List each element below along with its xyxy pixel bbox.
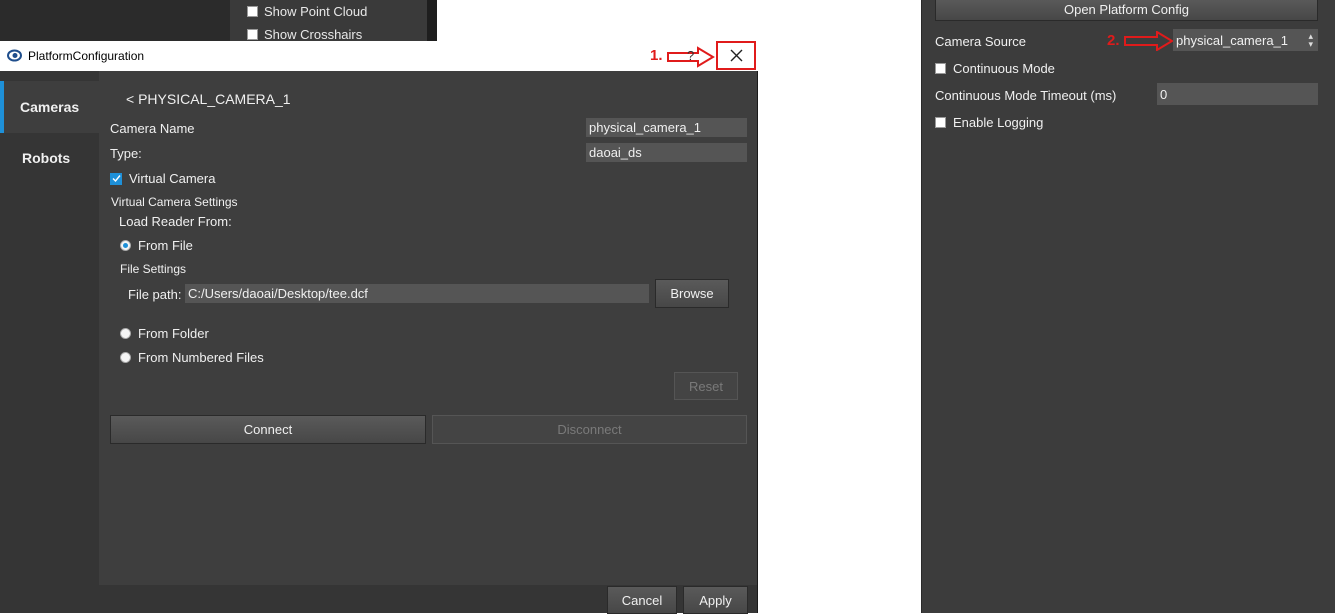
virtual-camera-checkbox[interactable] bbox=[110, 172, 122, 185]
from-numbered-files-radio[interactable] bbox=[120, 352, 131, 363]
continuous-mode-timeout-input[interactable]: 0 bbox=[1157, 83, 1318, 105]
from-folder-option[interactable]: From Folder bbox=[120, 326, 209, 341]
camera-source-value: physical_camera_1 bbox=[1176, 32, 1289, 48]
dialog-titlebar[interactable]: PlatformConfiguration 1. ? bbox=[0, 41, 758, 71]
show-point-cloud-label: Show Point Cloud bbox=[264, 4, 368, 19]
platform-configuration-dialog: PlatformConfiguration 1. ? Cameras Robot… bbox=[0, 41, 758, 614]
continuous-mode-label: Continuous Mode bbox=[953, 61, 1055, 76]
sidebar-item-label: Cameras bbox=[20, 99, 80, 115]
step-1-annotation: 1. bbox=[650, 47, 663, 64]
camera-name-input[interactable]: physical_camera_1 bbox=[586, 118, 747, 137]
sidebar-item-cameras[interactable]: Cameras bbox=[0, 81, 99, 133]
continuous-mode-checkbox[interactable] bbox=[935, 63, 946, 74]
show-point-cloud-checkbox[interactable] bbox=[247, 6, 258, 17]
virtual-camera-label: Virtual Camera bbox=[129, 171, 216, 186]
virtual-camera-option[interactable]: Virtual Camera bbox=[110, 171, 215, 186]
from-folder-radio[interactable] bbox=[120, 328, 131, 339]
show-point-cloud-option[interactable]: Show Point Cloud bbox=[247, 4, 367, 19]
sidebar-item-label: Robots bbox=[22, 150, 71, 166]
file-settings-heading: File Settings bbox=[120, 262, 187, 276]
from-file-option[interactable]: From File bbox=[120, 238, 193, 253]
enable-logging-label: Enable Logging bbox=[953, 115, 1044, 130]
load-reader-from-label: Load Reader From: bbox=[119, 214, 232, 229]
from-numbered-files-option[interactable]: From Numbered Files bbox=[120, 350, 264, 365]
camera-source-label: Camera Source bbox=[935, 34, 1027, 49]
camera-settings-panel: Open Platform Config Camera Source 2. ph… bbox=[921, 0, 1335, 613]
from-file-radio[interactable] bbox=[120, 240, 131, 251]
type-input[interactable]: daoai_ds bbox=[586, 143, 747, 162]
from-numbered-files-label: From Numbered Files bbox=[138, 350, 264, 365]
continuous-mode-timeout-label: Continuous Mode Timeout (ms) bbox=[935, 88, 1117, 103]
show-crosshairs-option[interactable]: Show Crosshairs bbox=[247, 27, 362, 42]
disconnect-button[interactable]: Disconnect bbox=[432, 415, 747, 444]
show-crosshairs-label: Show Crosshairs bbox=[264, 27, 363, 42]
file-path-input[interactable]: C:/Users/daoai/Desktop/tee.dcf bbox=[185, 284, 649, 303]
close-icon bbox=[730, 49, 742, 62]
open-platform-config-button[interactable]: Open Platform Config bbox=[935, 0, 1318, 21]
dialog-title: PlatformConfiguration bbox=[28, 49, 145, 63]
type-label: Type: bbox=[110, 146, 142, 161]
from-file-label: From File bbox=[138, 238, 193, 253]
arrow-right-icon bbox=[1124, 31, 1174, 51]
display-options-panel: Show Point Cloud Show Crosshairs bbox=[230, 0, 427, 45]
step-2-annotation: 2. bbox=[1107, 32, 1120, 49]
show-crosshairs-checkbox[interactable] bbox=[247, 29, 258, 40]
camera-source-dropdown[interactable]: physical_camera_1 ▴ ▾ bbox=[1173, 29, 1318, 51]
browse-button[interactable]: Browse bbox=[655, 279, 729, 308]
spinner-arrows-icon: ▴ ▾ bbox=[1308, 31, 1313, 49]
reset-button[interactable]: Reset bbox=[674, 372, 738, 400]
close-button[interactable] bbox=[716, 41, 756, 70]
cancel-button[interactable]: Cancel bbox=[607, 586, 677, 614]
continuous-mode-option[interactable]: Continuous Mode bbox=[935, 61, 1055, 76]
apply-button[interactable]: Apply bbox=[683, 586, 748, 614]
connect-button[interactable]: Connect bbox=[110, 415, 426, 444]
camera-name-label: Camera Name bbox=[110, 121, 195, 136]
back-to-camera-link[interactable]: < PHYSICAL_CAMERA_1 bbox=[126, 91, 291, 107]
file-path-label: File path: bbox=[128, 287, 182, 302]
dialog-sidebar: Cameras Robots bbox=[0, 71, 99, 613]
app-logo-icon bbox=[7, 49, 22, 62]
virtual-camera-settings-heading: Virtual Camera Settings bbox=[111, 195, 238, 209]
help-button[interactable]: ? bbox=[687, 48, 694, 63]
enable-logging-option[interactable]: Enable Logging bbox=[935, 115, 1043, 130]
enable-logging-checkbox[interactable] bbox=[935, 117, 946, 128]
sidebar-item-robots[interactable]: Robots bbox=[0, 132, 99, 184]
checkmark-icon bbox=[112, 175, 121, 183]
from-folder-label: From Folder bbox=[138, 326, 209, 341]
